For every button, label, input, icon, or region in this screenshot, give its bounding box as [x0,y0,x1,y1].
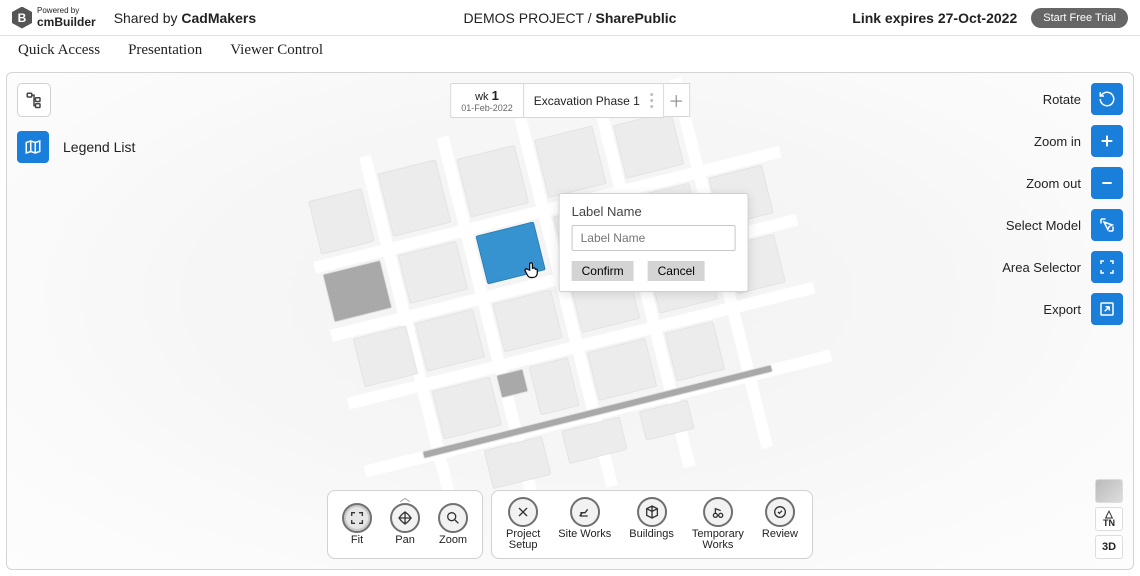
cursor-box-icon [1098,216,1116,234]
compass-button[interactable]: △ TN [1095,507,1123,531]
project-setup-tool[interactable]: Project Setup [506,497,540,552]
minus-icon [1099,175,1115,191]
pan-icon [397,510,413,526]
excavator-icon [577,504,593,520]
fit-tool[interactable]: Fit [342,503,372,547]
hierarchy-icon [25,91,43,109]
viewport[interactable]: Legend List wk 1 01-Feb-2022 Excavation … [6,72,1134,570]
area-selector-label: Area Selector [1002,260,1081,275]
review-tool[interactable]: Review [762,497,798,541]
crane-icon [710,504,726,520]
drag-handle-icon[interactable] [650,93,653,108]
fit-icon [349,510,365,526]
rotate-button[interactable] [1091,83,1123,115]
export-label: Export [1043,302,1081,317]
zoom-out-label: Zoom out [1026,176,1081,191]
start-trial-button[interactable]: Start Free Trial [1031,8,1128,28]
cancel-button[interactable]: Cancel [648,261,705,281]
logo-badge-icon: B [12,7,32,29]
zoom-in-button[interactable] [1091,125,1123,157]
select-model-button[interactable] [1091,209,1123,241]
view-tools-panel: ︿ Fit Pan Zoom [327,490,483,559]
zoom-in-label: Zoom in [1034,134,1081,149]
menu-quick-access[interactable]: Quick Access [18,42,100,59]
map-canvas[interactable] [291,72,849,544]
menubar: Quick Access Presentation Viewer Control [0,36,1140,67]
view-3d-button[interactable]: 3D [1095,535,1123,559]
mode-tools-panel: Project Setup Site Works Buildings Tempo… [491,490,813,559]
review-icon [772,504,788,520]
hierarchy-button[interactable] [17,83,51,117]
site-works-tool[interactable]: Site Works [558,497,611,541]
select-model-label: Select Model [1006,218,1081,233]
zoom-tool[interactable]: Zoom [438,503,468,547]
area-selector-button[interactable] [1091,251,1123,283]
rotate-label: Rotate [1043,92,1081,107]
timeline: wk 1 01-Feb-2022 Excavation Phase 1 ＋ [450,83,690,118]
cursor-icon [521,259,543,281]
timeline-phase-card[interactable]: Excavation Phase 1 [523,83,664,118]
shared-by: Shared by CadMakers [114,10,256,26]
buildings-tool[interactable]: Buildings [629,497,674,541]
zoom-out-button[interactable] [1091,167,1123,199]
timeline-week-card[interactable]: wk 1 01-Feb-2022 [450,83,523,118]
add-phase-button[interactable]: ＋ [664,83,690,117]
legend-label: Legend List [63,139,135,155]
aerial-thumbnail[interactable] [1095,479,1123,503]
menu-viewer-control[interactable]: Viewer Control [230,42,323,59]
powered-by: Powered by [37,7,96,15]
selection-icon [1098,258,1116,276]
menu-presentation[interactable]: Presentation [128,42,202,59]
pan-tool[interactable]: Pan [390,503,420,547]
dialog-title: Label Name [572,204,736,219]
brand-name: cmBuilder [37,15,96,29]
expiry-text: Link expires 27-Oct-2022 [852,10,1017,26]
tools-icon [515,504,531,520]
chevron-up-icon[interactable]: ︿ [400,489,411,505]
rotate-icon [1098,90,1116,108]
logo: B Powered by cmBuilder [12,7,96,29]
label-dialog: Label Name Confirm Cancel [559,193,749,292]
project-title: DEMOS PROJECT / SharePublic [464,10,677,26]
export-button[interactable] [1091,293,1123,325]
export-icon [1098,300,1116,318]
temporary-works-tool[interactable]: Temporary Works [692,497,744,552]
zoom-icon [445,510,461,526]
map-icon [24,138,42,156]
legend-button[interactable] [17,131,49,163]
buildings-icon [644,504,660,520]
label-name-input[interactable] [572,225,736,251]
plus-icon [1099,133,1115,149]
confirm-button[interactable]: Confirm [572,261,634,281]
